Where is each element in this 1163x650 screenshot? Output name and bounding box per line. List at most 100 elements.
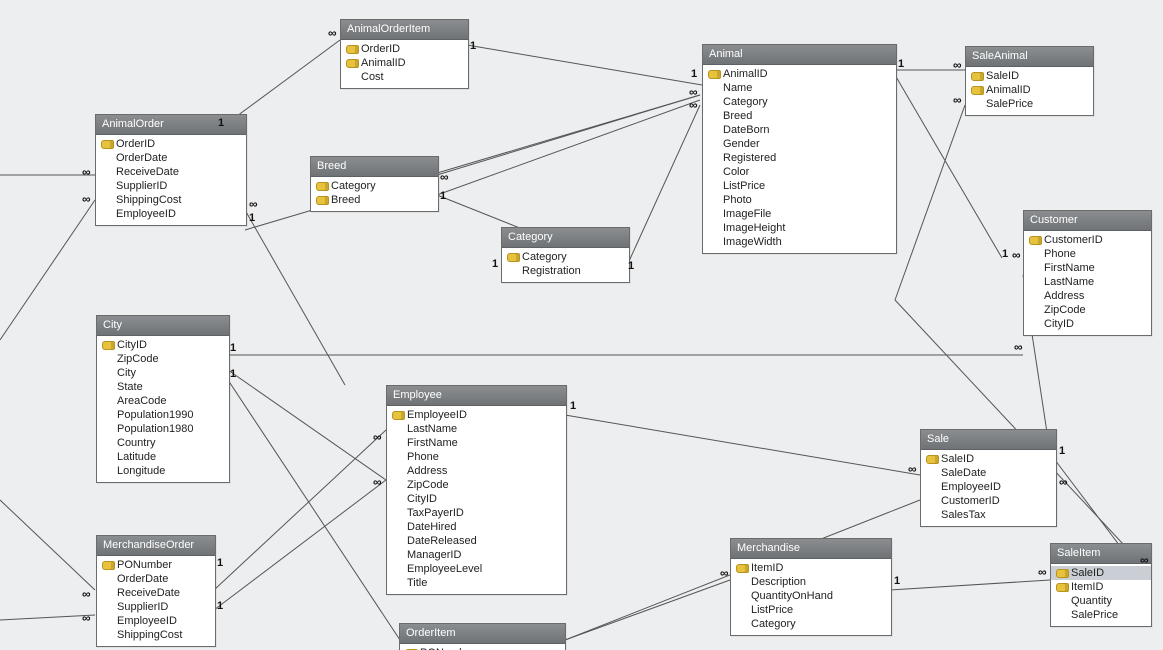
entity-orderitem[interactable]: OrderItem PONumber <box>399 623 566 650</box>
field-lastname[interactable]: LastName <box>387 422 566 436</box>
field-orderid[interactable]: OrderID <box>341 42 468 56</box>
field-imageheight[interactable]: ImageHeight <box>703 221 896 235</box>
field-address[interactable]: Address <box>1024 289 1151 303</box>
field-registered[interactable]: Registered <box>703 151 896 165</box>
field-shippingcost[interactable]: ShippingCost <box>97 628 215 642</box>
field-cityid[interactable]: CityID <box>97 338 229 352</box>
field-registration[interactable]: Registration <box>502 264 629 278</box>
field-employeeid[interactable]: EmployeeID <box>921 480 1056 494</box>
field-listprice[interactable]: ListPrice <box>731 603 891 617</box>
field-color[interactable]: Color <box>703 165 896 179</box>
field-latitude[interactable]: Latitude <box>97 450 229 464</box>
entity-city[interactable]: City CityIDZipCodeCityStateAreaCodePopul… <box>96 315 230 483</box>
field-animalid[interactable]: AnimalID <box>703 67 896 81</box>
field-imagewidth[interactable]: ImageWidth <box>703 235 896 249</box>
field-receivedate[interactable]: ReceiveDate <box>96 165 246 179</box>
field-quantityonhand[interactable]: QuantityOnHand <box>731 589 891 603</box>
field-cityid[interactable]: CityID <box>387 492 566 506</box>
field-ponumber[interactable]: PONumber <box>400 646 565 650</box>
cardinality-label: 1 <box>898 58 904 70</box>
field-employeeid[interactable]: EmployeeID <box>96 207 246 221</box>
field-employeelevel[interactable]: EmployeeLevel <box>387 562 566 576</box>
cardinality-label: ∞ <box>908 462 917 476</box>
field-title[interactable]: Title <box>387 576 566 590</box>
field-lastname[interactable]: LastName <box>1024 275 1151 289</box>
field-state[interactable]: State <box>97 380 229 394</box>
field-imagefile[interactable]: ImageFile <box>703 207 896 221</box>
entity-customer[interactable]: Customer CustomerIDPhoneFirstNameLastNam… <box>1023 210 1152 336</box>
field-list: AnimalIDNameCategoryBreedDateBornGenderR… <box>703 65 896 253</box>
field-animalid[interactable]: AnimalID <box>966 83 1093 97</box>
entity-merchandise[interactable]: Merchandise ItemIDDescriptionQuantityOnH… <box>730 538 892 636</box>
entity-saleanimal[interactable]: SaleAnimal SaleIDAnimalIDSalePrice <box>965 46 1094 116</box>
field-photo[interactable]: Photo <box>703 193 896 207</box>
field-longitude[interactable]: Longitude <box>97 464 229 478</box>
field-quantity[interactable]: Quantity <box>1051 594 1151 608</box>
erd-canvas[interactable]: AnimalOrderItem OrderIDAnimalIDCost Anim… <box>0 0 1163 650</box>
field-city[interactable]: City <box>97 366 229 380</box>
field-category[interactable]: Category <box>502 250 629 264</box>
field-saleprice[interactable]: SalePrice <box>1051 608 1151 622</box>
field-dateborn[interactable]: DateBorn <box>703 123 896 137</box>
field-saleid[interactable]: SaleID <box>921 452 1056 466</box>
field-receivedate[interactable]: ReceiveDate <box>97 586 215 600</box>
field-itemid[interactable]: ItemID <box>731 561 891 575</box>
field-supplierid[interactable]: SupplierID <box>96 179 246 193</box>
entity-animal[interactable]: Animal AnimalIDNameCategoryBreedDateBorn… <box>702 44 897 254</box>
cardinality-label: 1 <box>249 212 255 224</box>
field-areacode[interactable]: AreaCode <box>97 394 229 408</box>
field-itemid[interactable]: ItemID <box>1051 580 1151 594</box>
field-ponumber[interactable]: PONumber <box>97 558 215 572</box>
field-address[interactable]: Address <box>387 464 566 478</box>
field-shippingcost[interactable]: ShippingCost <box>96 193 246 207</box>
entity-sale[interactable]: Sale SaleIDSaleDateEmployeeIDCustomerIDS… <box>920 429 1057 527</box>
field-salestax[interactable]: SalesTax <box>921 508 1056 522</box>
entity-saleitem[interactable]: SaleItem SaleIDItemIDQuantitySalePrice <box>1050 543 1152 627</box>
entity-merchandiseorder[interactable]: MerchandiseOrder PONumberOrderDateReceiv… <box>96 535 216 647</box>
field-description[interactable]: Description <box>731 575 891 589</box>
field-customerid[interactable]: CustomerID <box>921 494 1056 508</box>
entity-category[interactable]: Category CategoryRegistration <box>501 227 630 283</box>
field-name[interactable]: Name <box>703 81 896 95</box>
field-taxpayerid[interactable]: TaxPayerID <box>387 506 566 520</box>
field-cost[interactable]: Cost <box>341 70 468 84</box>
field-managerid[interactable]: ManagerID <box>387 548 566 562</box>
field-gender[interactable]: Gender <box>703 137 896 151</box>
field-firstname[interactable]: FirstName <box>1024 261 1151 275</box>
field-orderid[interactable]: OrderID <box>96 137 246 151</box>
field-datehired[interactable]: DateHired <box>387 520 566 534</box>
field-animalid[interactable]: AnimalID <box>341 56 468 70</box>
field-saleid[interactable]: SaleID <box>966 69 1093 83</box>
field-saleprice[interactable]: SalePrice <box>966 97 1093 111</box>
field-phone[interactable]: Phone <box>1024 247 1151 261</box>
field-employeeid[interactable]: EmployeeID <box>387 408 566 422</box>
field-phone[interactable]: Phone <box>387 450 566 464</box>
field-cityid[interactable]: CityID <box>1024 317 1151 331</box>
field-country[interactable]: Country <box>97 436 229 450</box>
entity-employee[interactable]: Employee EmployeeIDLastNameFirstNamePhon… <box>386 385 567 595</box>
field-category[interactable]: Category <box>311 179 438 193</box>
field-saleid[interactable]: SaleID <box>1051 566 1151 580</box>
field-population1990[interactable]: Population1990 <box>97 408 229 422</box>
field-category[interactable]: Category <box>703 95 896 109</box>
entity-title: Category <box>502 228 629 248</box>
field-orderdate[interactable]: OrderDate <box>96 151 246 165</box>
field-zipcode[interactable]: ZipCode <box>1024 303 1151 317</box>
field-supplierid[interactable]: SupplierID <box>97 600 215 614</box>
entity-breed[interactable]: Breed CategoryBreed <box>310 156 439 212</box>
field-firstname[interactable]: FirstName <box>387 436 566 450</box>
field-population1980[interactable]: Population1980 <box>97 422 229 436</box>
field-listprice[interactable]: ListPrice <box>703 179 896 193</box>
entity-animalorderitem[interactable]: AnimalOrderItem OrderIDAnimalIDCost <box>340 19 469 89</box>
field-datereleased[interactable]: DateReleased <box>387 534 566 548</box>
field-zipcode[interactable]: ZipCode <box>97 352 229 366</box>
field-breed[interactable]: Breed <box>311 193 438 207</box>
field-zipcode[interactable]: ZipCode <box>387 478 566 492</box>
field-breed[interactable]: Breed <box>703 109 896 123</box>
field-category[interactable]: Category <box>731 617 891 631</box>
field-saledate[interactable]: SaleDate <box>921 466 1056 480</box>
entity-animalorder[interactable]: AnimalOrder OrderIDOrderDateReceiveDateS… <box>95 114 247 226</box>
field-orderdate[interactable]: OrderDate <box>97 572 215 586</box>
field-customerid[interactable]: CustomerID <box>1024 233 1151 247</box>
field-employeeid[interactable]: EmployeeID <box>97 614 215 628</box>
